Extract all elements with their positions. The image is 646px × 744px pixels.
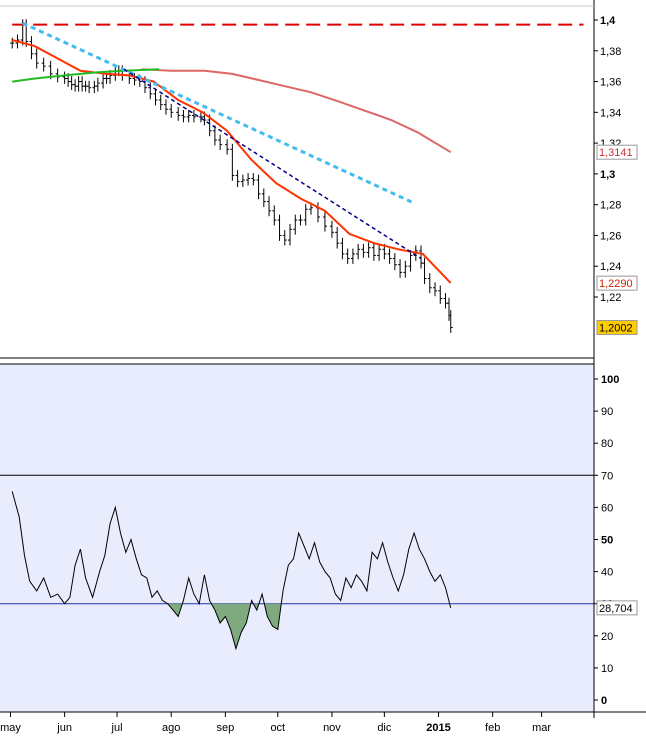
price-y-tick-label: 1,34: [600, 107, 621, 119]
price-y-tick-label: 1,4: [600, 15, 616, 27]
price-y-tick-label: 1,3: [600, 169, 615, 181]
x-tick-label-2015: 2015: [426, 722, 450, 734]
x-tick-label-sep: sep: [216, 722, 234, 734]
x-tick-label-oct: oct: [270, 722, 285, 734]
price-y-tick-label: 1,24: [600, 261, 621, 273]
price-value-label-2: 1,2002: [599, 322, 633, 334]
x-tick-label-may: may: [0, 722, 21, 734]
price-panel-background: [0, 6, 594, 358]
indicator-y-tick-label: 90: [601, 406, 613, 418]
price-y-tick-label: 1,26: [600, 230, 621, 242]
indicator-y-tick-label: 10: [601, 663, 613, 675]
price-value-label-1: 1,2290: [599, 278, 633, 290]
chart-root: 1,4 1,38 1,36 1,34 1,32 1,3 1,28 1,26 1,24 1,22 10…: [0, 0, 646, 739]
indicator-y-tick-label: 0: [601, 695, 607, 707]
price-y-tick-label: 1,22: [600, 292, 621, 304]
price-y-tick-label: 1,38: [600, 46, 621, 58]
indicator-y-tick-label: 20: [601, 631, 613, 643]
indicator-y-tick-label: 100: [601, 374, 619, 386]
x-tick-label-dic: dic: [377, 722, 392, 734]
indicator-y-tick-label: 40: [601, 567, 613, 579]
indicator-panel-background: [0, 364, 594, 712]
x-tick-label-jun: jun: [56, 722, 72, 734]
x-tick-label-ago: ago: [162, 722, 180, 734]
indicator-y-tick-label: 80: [601, 438, 613, 450]
x-tick-label-jul: jul: [111, 722, 123, 734]
indicator-y-tick-label: 60: [601, 502, 613, 514]
price-y-tick-label: 1,28: [600, 200, 621, 212]
x-tick-label-mar: mar: [532, 722, 551, 734]
x-tick-label-nov: nov: [323, 722, 341, 734]
price-y-tick-label: 1,36: [600, 77, 621, 89]
indicator-value-label-0: 28,704: [599, 603, 633, 615]
x-tick-label-feb: feb: [485, 722, 500, 734]
price-value-label-0: 1,3141: [599, 147, 633, 159]
indicator-y-tick-label: 70: [601, 470, 613, 482]
chart-svg: 1,41,381,361,341,321,31,281,261,241,2210…: [0, 0, 646, 739]
indicator-y-tick-label: 50: [601, 535, 613, 547]
